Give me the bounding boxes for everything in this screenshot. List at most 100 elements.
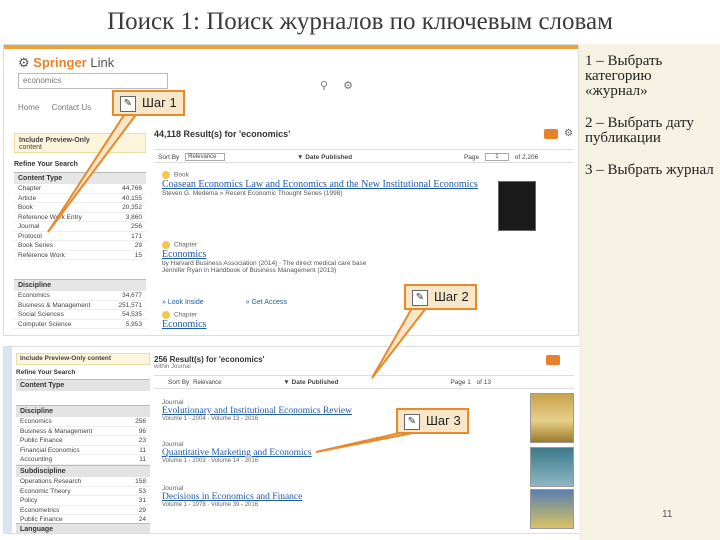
facet-item-chapter[interactable]: Chapter 44,766 [14,184,146,194]
left-shade [4,347,12,533]
facet-item-journal[interactable]: Journal 256 [14,222,146,232]
search-results-screenshot-1: ⚙ Springer Link economics ⚲ ⚙ Home Conta… [3,44,579,336]
nav-contact-us[interactable]: Contact Us [52,103,92,112]
journal-cover-image[interactable] [530,393,574,443]
language-facet: Language [16,523,150,533]
facet-item-book[interactable]: Book 20,352 [14,203,146,213]
results-count-heading: 256 Result(s) for 'economics' within Jou… [154,355,265,370]
rss-icon[interactable] [544,129,558,139]
top-accent-bar [4,45,578,49]
note-step-3: 3 – Выбрать журнал [585,162,714,178]
note-step-1: 1 – Выбрать категорию «журнал» [585,53,663,99]
journal-cover-image[interactable] [530,447,574,487]
refine-search-heading: Refine Your Search [16,369,76,376]
content-type-facet: Content Type Chapter 44,766 Article 40,155… [14,172,146,260]
nav-home[interactable]: Home [18,103,39,112]
rss-icon[interactable] [546,355,560,365]
search-input[interactable]: economics [18,73,168,89]
facet-item[interactable]: Econometrics 29 [16,506,150,515]
subdiscipline-facet: Subdiscipline Operations Research 158 Eco… [16,465,150,525]
page-input[interactable]: 1 [484,153,509,161]
result-item: Journal Quantitative Marketing and Econo… [162,441,492,464]
step2-label: Шаг 2 [434,289,469,304]
result-item: Book Coasean Economics Law and Economics… [162,171,492,197]
discipline-facet: Discipline Economics 34,677 Business & Ma… [14,279,146,329]
result-title[interactable]: Economics [162,249,492,260]
result-type: Book [162,171,492,179]
facet-heading: Content Type [14,172,146,184]
facet-item-social-sciences[interactable]: Social Sciences 54,535 [14,310,146,320]
facet-item-protocol[interactable]: Protocol 171 [14,232,146,241]
sort-select[interactable]: Relevance [185,153,226,161]
sort-bar: Sort By Relevance ▼ Date Published Page … [154,149,574,163]
facet-item-computer-science[interactable]: Computer Science 5,953 [14,320,146,329]
top-nav: Home Contact Us [18,103,101,112]
preview-label: Include Preview-Only [19,137,90,144]
result-actions: » Look Inside » Get Access [162,299,327,306]
journal-cover-image[interactable] [530,489,574,529]
result-title[interactable]: Quantitative Marketing and Economics [162,448,492,458]
content-type-facet: Content Type [16,379,150,391]
facet-heading: Subdiscipline [16,465,150,477]
facet-item[interactable]: Public Finance 23 [16,436,150,446]
note-step-2: 2 – Выбрать дату публикации [585,115,694,146]
facet-item-reference-work[interactable]: Reference Work 15 [14,251,146,260]
facet-heading: Discipline [14,279,146,291]
step2-callout: ✎ Шаг 2 [404,284,477,310]
logo-prefix: Springer [33,55,87,70]
get-access-link[interactable]: » Get Access [246,299,287,306]
sort-label: Sort By [158,153,180,161]
sort-bar: Sort By Relevance ▼ Date Published Page … [154,375,574,389]
results-count-heading: 44,118 Result(s) for 'economics' [154,129,291,139]
look-inside-link[interactable]: » Look Inside [162,299,204,306]
settings-icon[interactable]: ⚙ [564,128,573,139]
sort-label: Sort By [168,379,190,386]
springer-link-logo[interactable]: ⚙ Springer Link [18,55,114,71]
edit-icon: ✎ [404,413,420,430]
result-title[interactable]: Coasean Economics Law and Economics and … [162,179,492,190]
facet-item[interactable]: Economic Theory 53 [16,487,150,496]
facet-item[interactable]: Business & Management 96 [16,427,150,436]
facet-item[interactable]: Accounting 11 [16,455,150,465]
chapter-icon [162,311,170,319]
facet-heading: Discipline [16,405,150,417]
page-input[interactable]: 1 [467,380,470,386]
include-preview-toggle[interactable]: Include Preview-Only content [14,133,146,153]
book-cover-image[interactable] [498,181,536,231]
facet-item[interactable]: Operations Research 158 [16,477,150,487]
result-type: Journal [162,441,184,448]
facet-heading: Content Type [16,379,150,391]
refine-search-heading: Refine Your Search [14,161,78,168]
search-icon[interactable]: ⚲ [320,80,328,92]
search-results-screenshot-2: Include Preview-Only content Refine Your… [3,346,580,534]
date-published-filter[interactable]: ▼ Date Published [283,379,338,386]
logo-suffix: Link [90,55,115,70]
result-type: Chapter [162,241,492,249]
result-title[interactable]: Economics [162,319,492,330]
sort-select[interactable]: Relevance [191,380,221,386]
step1-label: Шаг 1 [142,95,177,110]
facet-item-article[interactable]: Article 40,155 [14,194,146,203]
gear-icon[interactable]: ⚙ [343,80,353,92]
result-title[interactable]: Decisions in Economics and Finance [162,492,492,502]
include-preview-toggle[interactable]: Include Preview-Only content [16,353,150,365]
date-published-filter[interactable]: ▼ Date Published [297,154,352,161]
page-number: 11 [662,509,673,520]
facet-item[interactable]: Financial Economics 11 [16,446,150,455]
facet-item-book-series[interactable]: Book Series 29 [14,241,146,251]
result-item: Journal Decisions in Economics and Finan… [162,485,492,508]
page-of: of 13 [476,379,491,386]
facet-item[interactable]: Economics 256 [16,417,150,427]
book-icon [162,171,170,179]
result-type: Journal [162,485,184,492]
facet-item[interactable]: Policy 31 [16,496,150,506]
results-sub: within Journal [154,364,191,370]
facet-item-economics[interactable]: Economics 34,677 [14,291,146,301]
edit-icon: ✎ [412,289,428,306]
facet-item-business[interactable]: Business & Management 251,571 [14,301,146,310]
result-type: Chapter [162,311,492,319]
edit-icon: ✎ [120,95,136,112]
result-item: Chapter Economics by Harvard Business As… [162,241,492,274]
result-type: Journal [162,399,184,406]
facet-item-reference-work-entry[interactable]: Reference Work Entry 3,860 [14,213,146,222]
